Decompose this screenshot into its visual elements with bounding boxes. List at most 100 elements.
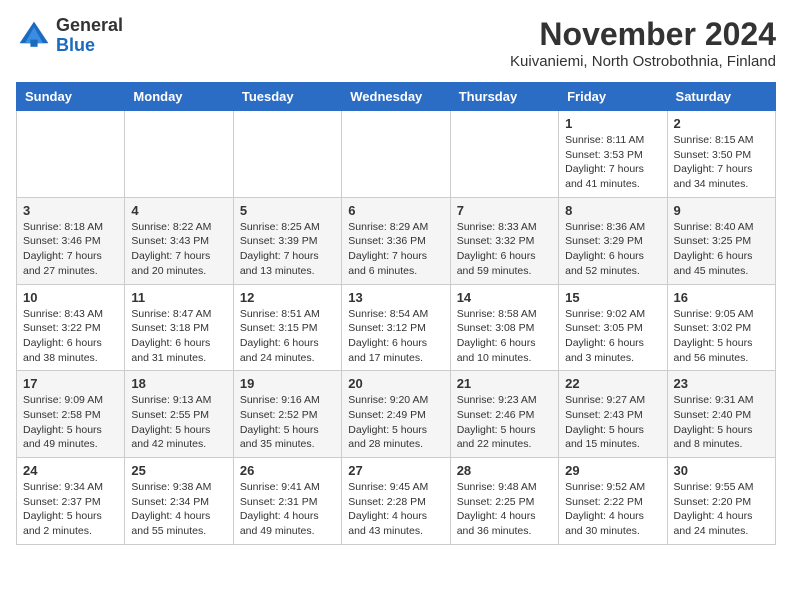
calendar-cell [450,111,558,198]
calendar-cell: 18 Sunrise: 9:13 AM Sunset: 2:55 PM Dayli… [125,371,233,458]
day-info: Sunrise: 9:16 AM Sunset: 2:52 PM Dayligh… [240,393,335,452]
calendar-header-friday: Friday [559,83,667,111]
day-number: 7 [457,203,552,218]
calendar-cell [17,111,125,198]
day-number: 1 [565,116,660,131]
calendar-cell: 23 Sunrise: 9:31 AM Sunset: 2:40 PM Dayli… [667,371,775,458]
day-info: Sunrise: 9:52 AM Sunset: 2:22 PM Dayligh… [565,480,660,539]
calendar-header-thursday: Thursday [450,83,558,111]
calendar-cell: 10Sunrise: 8:43 AM Sunset: 3:22 PM Dayli… [17,284,125,371]
calendar-week-4: 17Sunrise: 9:09 AM Sunset: 2:58 PM Dayli… [17,371,776,458]
calendar-cell [125,111,233,198]
calendar-week-1: 1 Sunrise: 8:11 AM Sunset: 3:53 PM Daylig… [17,111,776,198]
month-title: November 2024 [510,16,776,53]
day-number: 26 [240,463,335,478]
calendar-cell: 5Sunrise: 8:25 AM Sunset: 3:39 PM Daylig… [233,197,341,284]
day-info: Sunrise: 8:36 AM Sunset: 3:29 PM Dayligh… [565,220,660,279]
calendar-cell: 4 Sunrise: 8:22 AM Sunset: 3:43 PM Daylig… [125,197,233,284]
calendar-cell: 16 Sunrise: 9:05 AM Sunset: 3:02 PM Dayli… [667,284,775,371]
day-number: 6 [348,203,443,218]
calendar-cell: 3Sunrise: 8:18 AM Sunset: 3:46 PM Daylig… [17,197,125,284]
calendar-header-monday: Monday [125,83,233,111]
day-number: 8 [565,203,660,218]
day-info: Sunrise: 8:40 AM Sunset: 3:25 PM Dayligh… [674,220,769,279]
calendar-week-5: 24 Sunrise: 9:34 AM Sunset: 2:37 PM Dayli… [17,458,776,545]
day-info: Sunrise: 8:58 AM Sunset: 3:08 PM Dayligh… [457,307,552,366]
day-number: 28 [457,463,552,478]
calendar-header-row: SundayMondayTuesdayWednesdayThursdayFrid… [17,83,776,111]
day-info: Sunrise: 9:45 AM Sunset: 2:28 PM Dayligh… [348,480,443,539]
calendar-cell: 29 Sunrise: 9:52 AM Sunset: 2:22 PM Dayli… [559,458,667,545]
calendar-cell: 15 Sunrise: 9:02 AM Sunset: 3:05 PM Dayli… [559,284,667,371]
day-number: 30 [674,463,769,478]
day-info: Sunrise: 8:47 AM Sunset: 3:18 PM Dayligh… [131,307,226,366]
calendar-cell: 2Sunrise: 8:15 AM Sunset: 3:50 PM Daylig… [667,111,775,198]
calendar: SundayMondayTuesdayWednesdayThursdayFrid… [16,82,776,545]
day-number: 15 [565,290,660,305]
calendar-cell: 25 Sunrise: 9:38 AM Sunset: 2:34 PM Dayli… [125,458,233,545]
day-info: Sunrise: 9:31 AM Sunset: 2:40 PM Dayligh… [674,393,769,452]
day-info: Sunrise: 8:29 AM Sunset: 3:36 PM Dayligh… [348,220,443,279]
day-number: 24 [23,463,118,478]
calendar-cell: 21Sunrise: 9:23 AM Sunset: 2:46 PM Dayli… [450,371,558,458]
day-info: Sunrise: 8:25 AM Sunset: 3:39 PM Dayligh… [240,220,335,279]
calendar-cell: 17Sunrise: 9:09 AM Sunset: 2:58 PM Dayli… [17,371,125,458]
calendar-body: 1 Sunrise: 8:11 AM Sunset: 3:53 PM Daylig… [17,111,776,545]
calendar-header-wednesday: Wednesday [342,83,450,111]
day-number: 19 [240,376,335,391]
calendar-cell: 1 Sunrise: 8:11 AM Sunset: 3:53 PM Daylig… [559,111,667,198]
day-number: 18 [131,376,226,391]
calendar-week-2: 3Sunrise: 8:18 AM Sunset: 3:46 PM Daylig… [17,197,776,284]
calendar-cell: 20Sunrise: 9:20 AM Sunset: 2:49 PM Dayli… [342,371,450,458]
calendar-cell: 30 Sunrise: 9:55 AM Sunset: 2:20 PM Dayli… [667,458,775,545]
day-number: 12 [240,290,335,305]
day-number: 25 [131,463,226,478]
day-number: 14 [457,290,552,305]
day-info: Sunrise: 8:33 AM Sunset: 3:32 PM Dayligh… [457,220,552,279]
day-info: Sunrise: 9:13 AM Sunset: 2:55 PM Dayligh… [131,393,226,452]
day-info: Sunrise: 9:38 AM Sunset: 2:34 PM Dayligh… [131,480,226,539]
logo-text: General Blue [56,16,123,56]
day-number: 29 [565,463,660,478]
day-number: 11 [131,290,226,305]
logo-icon [16,18,52,54]
logo: General Blue [16,16,123,56]
day-number: 9 [674,203,769,218]
calendar-cell: 19 Sunrise: 9:16 AM Sunset: 2:52 PM Dayli… [233,371,341,458]
day-number: 23 [674,376,769,391]
calendar-cell: 6 Sunrise: 8:29 AM Sunset: 3:36 PM Daylig… [342,197,450,284]
calendar-header-tuesday: Tuesday [233,83,341,111]
calendar-cell: 14 Sunrise: 8:58 AM Sunset: 3:08 PM Dayli… [450,284,558,371]
title-block: November 2024 Kuivaniemi, North Ostrobot… [510,16,776,70]
day-info: Sunrise: 8:54 AM Sunset: 3:12 PM Dayligh… [348,307,443,366]
day-number: 13 [348,290,443,305]
calendar-cell: 12 Sunrise: 8:51 AM Sunset: 3:15 PM Dayli… [233,284,341,371]
calendar-cell: 8 Sunrise: 8:36 AM Sunset: 3:29 PM Daylig… [559,197,667,284]
calendar-cell [233,111,341,198]
day-number: 2 [674,116,769,131]
day-info: Sunrise: 9:34 AM Sunset: 2:37 PM Dayligh… [23,480,118,539]
calendar-header-saturday: Saturday [667,83,775,111]
page-header: General Blue November 2024 Kuivaniemi, N… [16,16,776,70]
day-info: Sunrise: 9:55 AM Sunset: 2:20 PM Dayligh… [674,480,769,539]
day-info: Sunrise: 9:09 AM Sunset: 2:58 PM Dayligh… [23,393,118,452]
day-info: Sunrise: 9:02 AM Sunset: 3:05 PM Dayligh… [565,307,660,366]
calendar-cell [342,111,450,198]
calendar-cell: 24 Sunrise: 9:34 AM Sunset: 2:37 PM Dayli… [17,458,125,545]
day-info: Sunrise: 9:27 AM Sunset: 2:43 PM Dayligh… [565,393,660,452]
day-info: Sunrise: 8:51 AM Sunset: 3:15 PM Dayligh… [240,307,335,366]
calendar-cell: 27Sunrise: 9:45 AM Sunset: 2:28 PM Dayli… [342,458,450,545]
day-number: 16 [674,290,769,305]
calendar-cell: 9 Sunrise: 8:40 AM Sunset: 3:25 PM Daylig… [667,197,775,284]
calendar-cell: 26 Sunrise: 9:41 AM Sunset: 2:31 PM Dayli… [233,458,341,545]
calendar-cell: 28Sunrise: 9:48 AM Sunset: 2:25 PM Dayli… [450,458,558,545]
calendar-cell: 13 Sunrise: 8:54 AM Sunset: 3:12 PM Dayli… [342,284,450,371]
day-info: Sunrise: 8:43 AM Sunset: 3:22 PM Dayligh… [23,307,118,366]
day-info: Sunrise: 9:05 AM Sunset: 3:02 PM Dayligh… [674,307,769,366]
day-info: Sunrise: 9:23 AM Sunset: 2:46 PM Dayligh… [457,393,552,452]
calendar-cell: 22Sunrise: 9:27 AM Sunset: 2:43 PM Dayli… [559,371,667,458]
day-info: Sunrise: 9:41 AM Sunset: 2:31 PM Dayligh… [240,480,335,539]
day-info: Sunrise: 8:22 AM Sunset: 3:43 PM Dayligh… [131,220,226,279]
day-number: 4 [131,203,226,218]
day-info: Sunrise: 8:11 AM Sunset: 3:53 PM Dayligh… [565,133,660,192]
